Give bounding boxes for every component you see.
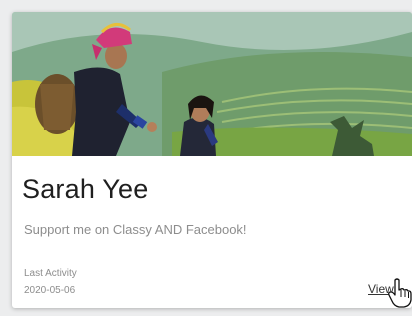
cover-photo-illustration bbox=[12, 12, 412, 156]
last-activity-label: Last Activity bbox=[24, 268, 77, 279]
card-body: Sarah Yee Support me on Classy AND Faceb… bbox=[12, 156, 412, 308]
fundraiser-card: Sarah Yee Support me on Classy AND Faceb… bbox=[12, 12, 412, 308]
cover-photo bbox=[12, 12, 412, 156]
last-activity-date: 2020-05-06 bbox=[24, 285, 76, 296]
hand-pointer-icon bbox=[388, 278, 412, 308]
fundraiser-name: Sarah Yee bbox=[22, 174, 149, 204]
fundraiser-tagline: Support me on Classy AND Facebook! bbox=[24, 222, 247, 237]
